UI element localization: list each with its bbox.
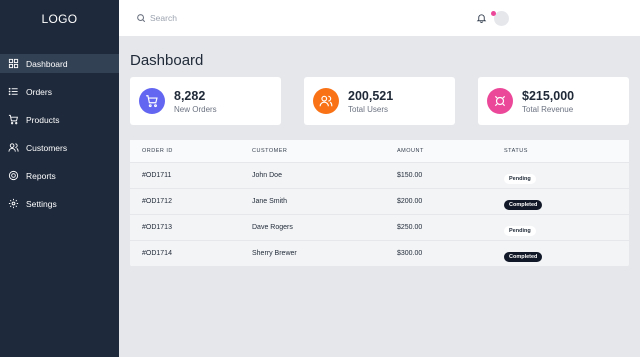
- order-amount: $200.00: [397, 198, 423, 205]
- customer-name: Jane Smith: [252, 198, 288, 205]
- orders-table: ORDER ID CUSTOMER AMOUNT STATUS #OD1711 …: [130, 140, 629, 267]
- order-amount: $250.00: [397, 224, 423, 231]
- users-icon: [8, 142, 19, 153]
- search-input[interactable]: [150, 13, 270, 23]
- order-id: #OD1712: [142, 198, 172, 205]
- notification-dot: [491, 11, 496, 16]
- search-box: [136, 13, 270, 23]
- dashboard-icon: [8, 58, 19, 69]
- status-badge: Pending: [504, 225, 536, 236]
- order-id: #OD1711: [142, 172, 172, 179]
- sidebar-item-label: Dashboard: [26, 58, 68, 69]
- status-badge: Completed: [504, 199, 543, 210]
- customer-name: John Doe: [252, 172, 282, 179]
- order-amount: $150.00: [397, 172, 423, 179]
- stat-card-users: 200,521 Total Users: [304, 77, 455, 125]
- stat-label: New Orders: [174, 104, 217, 114]
- status-badge: Completed: [504, 251, 543, 262]
- table-row[interactable]: #OD1714 Sherry Brewer $300.00 Completed: [130, 241, 629, 267]
- sidebar-item-label: Settings: [26, 198, 57, 209]
- status-badge: Pending: [504, 173, 536, 184]
- avatar[interactable]: [494, 11, 509, 26]
- stat-card-orders: 8,282 New Orders: [130, 77, 281, 125]
- customer-name: Dave Rogers: [252, 224, 293, 231]
- revenue-icon: [487, 88, 513, 114]
- order-amount: $300.00: [397, 250, 423, 257]
- cart-icon: [139, 88, 165, 114]
- list-icon: [8, 86, 19, 97]
- page-title: Dashboard: [130, 52, 204, 69]
- sidebar-item-customers[interactable]: Customers: [0, 138, 119, 157]
- users-icon: [313, 88, 339, 114]
- table-row[interactable]: #OD1712 Jane Smith $200.00 Completed: [130, 189, 629, 215]
- sidebar-item-label: Products: [26, 114, 60, 125]
- stat-label: Total Revenue: [522, 104, 574, 114]
- sidebar: LOGO Dashboard Orders Products Customers: [0, 0, 119, 357]
- search-icon: [137, 14, 146, 23]
- bell-icon[interactable]: [476, 12, 487, 24]
- sidebar-item-label: Reports: [26, 170, 56, 181]
- cart-icon: [8, 114, 19, 125]
- reports-icon: [8, 170, 19, 181]
- sidebar-item-label: Customers: [26, 142, 68, 153]
- sidebar-item-products[interactable]: Products: [0, 110, 119, 129]
- table-row[interactable]: #OD1711 John Doe $150.00 Pending: [130, 163, 629, 189]
- table-row[interactable]: #OD1713 Dave Rogers $250.00 Pending: [130, 215, 629, 241]
- stat-card-revenue: $215,000 Total Revenue: [478, 77, 629, 125]
- stat-value: $215,000: [522, 88, 575, 103]
- sidebar-item-settings[interactable]: Settings: [0, 194, 119, 213]
- sidebar-item-orders[interactable]: Orders: [0, 82, 119, 101]
- column-header-order-id[interactable]: ORDER ID: [142, 148, 173, 154]
- sidebar-item-dashboard[interactable]: Dashboard: [0, 54, 119, 73]
- order-id: #OD1713: [142, 224, 172, 231]
- gear-icon: [8, 198, 19, 209]
- logo[interactable]: LOGO: [0, 0, 119, 37]
- stat-value: 200,521: [348, 88, 394, 103]
- customer-name: Sherry Brewer: [252, 250, 297, 257]
- stat-label: Total Users: [348, 104, 389, 114]
- stat-value: 8,282: [174, 88, 206, 103]
- table-header: ORDER ID CUSTOMER AMOUNT STATUS: [130, 140, 629, 163]
- column-header-amount[interactable]: AMOUNT: [397, 148, 424, 154]
- sidebar-nav: Dashboard Orders Products Customers Repo…: [0, 54, 119, 222]
- column-header-status[interactable]: STATUS: [504, 148, 528, 154]
- column-header-customer[interactable]: CUSTOMER: [252, 148, 287, 154]
- order-id: #OD1714: [142, 250, 172, 257]
- top-bar: [119, 0, 640, 37]
- sidebar-item-reports[interactable]: Reports: [0, 166, 119, 185]
- sidebar-item-label: Orders: [26, 86, 52, 97]
